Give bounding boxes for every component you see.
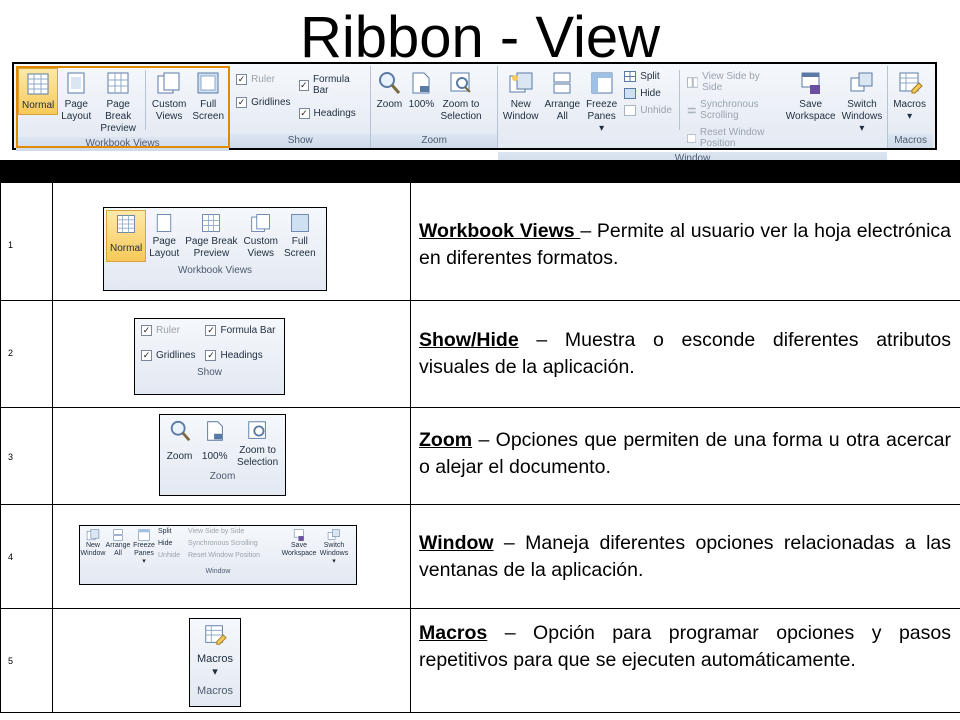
split-icon xyxy=(624,71,637,82)
zoom-100-icon xyxy=(206,421,223,441)
zoom-thumbnail: Zoom 100% Zoom to Selection Zoom xyxy=(159,414,286,496)
row-description: Window – Maneja diferentes opciones rela… xyxy=(419,532,951,581)
freeze-panes-button[interactable]: Freeze Panes ▾ xyxy=(583,68,620,137)
switch-windows-icon xyxy=(327,529,340,540)
table-border-left xyxy=(0,160,1,713)
macros-label: Macros xyxy=(888,134,933,148)
row-description: Show/Hide – Muestra o esconde diferentes… xyxy=(419,329,951,378)
row-divider xyxy=(0,504,960,505)
split-button[interactable]: Split xyxy=(624,71,672,82)
row-number: 3 xyxy=(8,452,14,462)
full-screen-button[interactable]: Full Screen xyxy=(189,68,227,125)
custom-views-button[interactable]: Custom Views xyxy=(149,68,189,125)
normal-view-icon xyxy=(27,73,49,95)
arrange-all-button[interactable]: Arrange All xyxy=(541,68,583,125)
view-ribbon: Normal Page Layout Page Break Preview Cu… xyxy=(12,62,937,166)
save-workspace-icon xyxy=(293,529,304,541)
workbook-views-label: Workbook Views xyxy=(16,137,230,151)
full-screen-icon xyxy=(290,214,309,232)
row-description: Workbook Views – Permite al usuario ver … xyxy=(419,220,951,269)
zoom-icon xyxy=(170,420,190,442)
page-break-icon xyxy=(202,214,221,232)
zoom-label: Zoom xyxy=(371,134,497,148)
macros-icon xyxy=(205,625,227,645)
headings-checkbox[interactable]: ✓ Headings xyxy=(298,108,365,119)
freeze-panes-icon xyxy=(591,72,613,94)
row-description: Macros – Opción para programar opciones … xyxy=(419,622,951,671)
zoom-group: Zoom 100% Zoom to Selection Zoom xyxy=(371,66,498,148)
row-number: 2 xyxy=(8,348,14,358)
switch-windows-icon xyxy=(850,72,873,92)
zoom-100-button[interactable]: 100% xyxy=(405,68,437,113)
page-layout-button[interactable]: Page Layout xyxy=(58,68,94,125)
zoom-to-selection-button[interactable]: Zoom to Selection xyxy=(437,68,484,125)
macros-button[interactable]: Macros ▾ xyxy=(890,68,929,125)
page-break-icon xyxy=(107,72,129,94)
arrange-all-icon xyxy=(553,72,571,94)
hide-icon xyxy=(624,88,637,99)
macros-thumbnail: Macros ▾ Macros xyxy=(189,618,241,707)
ruler-checkbox[interactable]: ✓ Ruler xyxy=(236,74,290,85)
page-layout-icon xyxy=(67,72,85,94)
save-workspace-button[interactable]: Save Workspace xyxy=(783,68,839,125)
row-divider xyxy=(0,407,960,408)
formula-bar-checkbox[interactable]: ✓ Formula Bar xyxy=(298,74,365,96)
custom-views-icon xyxy=(251,214,270,232)
window-group: New Window Arrange All Freeze Panes ▾ Sp… xyxy=(497,66,889,166)
unhide-icon xyxy=(624,105,637,116)
zoom-selection-icon xyxy=(450,72,471,93)
row-divider xyxy=(0,608,960,609)
full-screen-icon xyxy=(197,72,219,94)
page-break-preview-button[interactable]: Page Break Preview xyxy=(94,68,142,137)
arrange-all-icon xyxy=(113,529,123,541)
freeze-panes-icon xyxy=(138,529,150,541)
macros-group: Macros ▾ Macros xyxy=(888,66,933,148)
slide-title: Ribbon - View xyxy=(299,5,660,70)
show-label: Show xyxy=(230,134,371,148)
row-number: 1 xyxy=(8,240,14,250)
synchronous-scrolling-button[interactable]: Synchronous Scrolling xyxy=(687,99,779,121)
save-workspace-icon xyxy=(801,72,820,94)
zoom-icon xyxy=(379,72,401,94)
unhide-button[interactable]: Unhide xyxy=(624,105,672,116)
row-number: 5 xyxy=(8,656,14,666)
row-description: Zoom – Opciones que permiten de una form… xyxy=(419,429,951,478)
normal-view-button[interactable]: Normal xyxy=(18,68,59,115)
side-by-side-icon xyxy=(686,76,699,88)
window-thumbnail: New Window Arrange All Freeze Panes ▾ Sp… xyxy=(79,525,357,585)
gridlines-checkbox[interactable]: ✓ Gridlines xyxy=(236,97,291,108)
zoom-button[interactable]: Zoom xyxy=(373,68,405,113)
switch-windows-button[interactable]: Switch Windows ▾ xyxy=(839,68,886,137)
row-divider xyxy=(0,712,960,713)
view-side-by-side-button[interactable]: View Side by Side xyxy=(686,71,779,93)
workbook-views-thumbnail: Normal Page Layout Page Break Preview Cu… xyxy=(103,207,327,291)
new-window-icon xyxy=(86,529,100,541)
zoom-100-icon xyxy=(412,72,430,94)
table-column-divider xyxy=(410,160,411,713)
custom-views-icon xyxy=(157,72,180,94)
row-divider xyxy=(0,300,960,301)
group-divider xyxy=(145,70,146,130)
show-thumbnail: ✓ Ruler ✓ Gridlines ✓ Formula Bar ✓ Headings… xyxy=(134,318,285,395)
table-header xyxy=(0,160,960,183)
table-column-divider xyxy=(52,160,53,713)
zoom-selection-icon xyxy=(247,421,266,439)
show-group: ✓ Ruler ✓ Gridlines ✓ Formula Bar ✓ Headings… xyxy=(230,66,372,148)
normal-view-icon xyxy=(117,215,135,233)
row-number: 4 xyxy=(8,552,14,562)
new-window-button[interactable]: New Window xyxy=(500,68,542,125)
workbook-views-group: Normal Page Layout Page Break Preview Cu… xyxy=(16,66,231,151)
hide-button[interactable]: Hide xyxy=(624,88,672,99)
reset-window-position-button[interactable]: Reset Window Position xyxy=(686,127,779,149)
new-window-icon xyxy=(509,72,533,93)
sync-scroll-icon xyxy=(687,107,696,113)
reset-position-icon xyxy=(686,133,696,143)
group-divider xyxy=(678,70,680,130)
macros-icon xyxy=(899,72,923,94)
page-layout-icon xyxy=(157,214,172,232)
